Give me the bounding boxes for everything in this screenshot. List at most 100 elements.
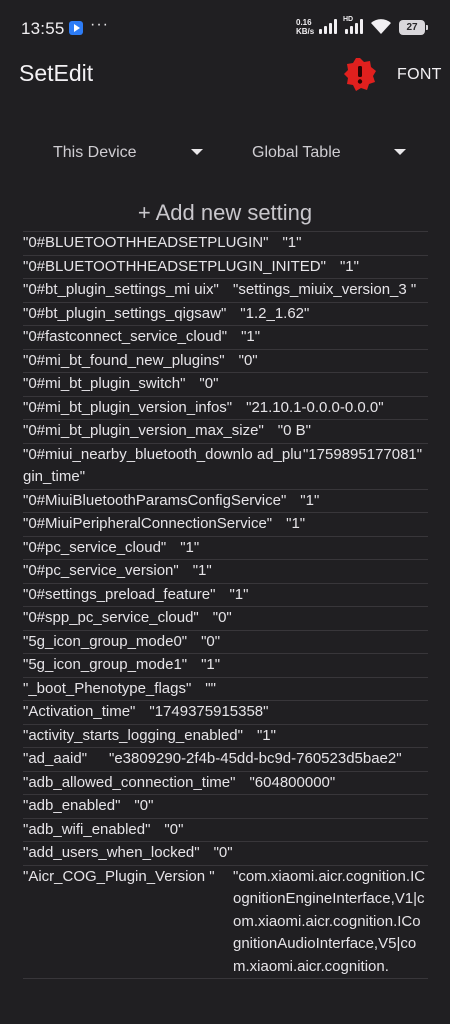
setting-key: "0#bt_plugin_settings_mi uix" [23,281,219,298]
setting-value: "1759895177081" [303,445,423,463]
setting-value: "1" [256,726,276,744]
setting-key: "0#BLUETOOTHHEADSETPLUGIN" [23,234,269,251]
setting-key: "0#pc_service_version" [23,562,179,579]
setting-value: "1" [241,328,261,345]
setting-key: "0#mi_bt_plugin_switch" [23,375,186,392]
setting-key: "0#pc_service_cloud" [23,538,167,556]
setting-row[interactable]: "0#BLUETOOTHHEADSETPLUGIN" "1" [23,231,428,256]
setting-row[interactable]: "add_users_when_locked" "0" [23,842,428,866]
settings-list: "0#BLUETOOTHHEADSETPLUGIN" "1" "0#BLUETOO… [23,231,428,979]
setting-row[interactable]: "0#spp_pc_service_cloud" "0" [23,607,428,631]
setting-row[interactable]: "5g_icon_group_mode1" "1" [23,654,428,678]
device-dropdown[interactable]: This Device [53,141,213,165]
setting-value: "0" [238,351,258,369]
alert-icon[interactable] [343,57,377,91]
setting-row[interactable]: "0#pc_service_cloud" "1" [23,537,428,560]
setting-row[interactable]: "0#settings_preload_feature" "1" [23,584,428,607]
setting-key: "0#mi_bt_found_new_plugins" [23,351,225,369]
setting-row[interactable]: "adb_enabled" "0" [23,795,428,819]
setting-row[interactable]: "0#mi_bt_plugin_version_infos" "21.10.1-0… [23,397,428,420]
signal-strength-icon [319,19,339,34]
font-button[interactable]: FONT [397,66,442,84]
setting-value: "1" [201,656,221,673]
setting-key: "Aicr_COG_Plugin_Version " [23,867,215,885]
setting-row[interactable]: "0#miui_nearby_bluetooth_downlo ad_plugi… [23,444,428,490]
setting-value: "1" [300,491,320,509]
play-store-notification-icon [69,21,83,35]
setting-row[interactable]: "activity_starts_logging_enabled" "1" [23,725,428,748]
setting-row[interactable]: "0#mi_bt_plugin_switch" "0" [23,373,428,397]
setting-row[interactable]: "0#bt_plugin_settings_qigsaw" "1.2_1.62" [23,303,428,326]
setting-value: "1" [286,515,306,532]
setting-value: "0" [164,820,184,838]
setting-value: "settings_miuix_version_3 " [233,281,417,298]
setting-row[interactable]: "Activation_time" "1749375915358" [23,701,428,725]
caret-down-icon [191,149,203,155]
setting-value: "1" [282,234,302,251]
setting-row[interactable]: "0#MiuiBluetoothParamsConfigService" "1" [23,490,428,513]
setting-key: "0#spp_pc_service_cloud" [23,609,199,626]
setting-row[interactable]: "ad_aaid" "e3809290-2f4b-45dd-bc9d-760523… [23,748,428,772]
setting-value: "1749375915358" [149,703,269,720]
setting-key: "add_users_when_locked" [23,844,200,861]
network-speed-value: 0.16 [296,18,312,27]
device-dropdown-label: This Device [53,144,137,161]
setting-key: "_boot_Phenotype_flags" [23,679,192,697]
status-time: 13:55 [21,19,65,38]
setting-row[interactable]: "_boot_Phenotype_flags" "" [23,678,428,701]
setting-key: "0#settings_preload_feature" [23,585,216,603]
setting-key: "0#MiuiPeripheralConnectionService" [23,515,273,532]
battery-icon: 27 [399,20,428,35]
setedit-screen: 13:55 ··· 0.16 KB/s HD 27 SetEdit FONT T… [0,0,450,1024]
setting-value: "0" [213,844,233,861]
table-dropdown-label: Global Table [252,144,341,161]
setting-row[interactable]: "Aicr_COG_Plugin_Version " "com.xiaomi.ai… [23,866,428,979]
setting-row[interactable]: "adb_allowed_connection_time" "604800000" [23,772,428,795]
setting-row[interactable]: "0#bt_plugin_settings_mi uix" "settings_m… [23,279,428,303]
setting-value: "604800000" [249,773,336,791]
add-new-setting-button[interactable]: + Add new setting [0,200,450,226]
setting-key: "0#MiuiBluetoothParamsConfigService" [23,491,287,509]
table-dropdown[interactable]: Global Table [252,141,412,165]
network-speed: 0.16 KB/s [296,18,314,36]
setting-key: "0#bt_plugin_settings_qigsaw" [23,304,227,322]
setting-key: "adb_wifi_enabled" [23,820,151,838]
setting-key: "0#mi_bt_plugin_version_infos" [23,398,233,416]
more-notifications-icon: ··· [90,16,109,33]
setting-value: "1" [192,562,212,579]
setting-value: "e3809290-2f4b-45dd-bc9d-760523d5bae2" [109,750,402,767]
setting-row[interactable]: "0#mi_bt_found_new_plugins" "0" [23,350,428,373]
setting-value: "21.10.1-0.0.0-0.0.0" [246,398,384,416]
setting-key: "5g_icon_group_mode0" [23,632,188,650]
setting-value: "0" [201,632,221,650]
setting-key: "0#mi_bt_plugin_version_max_size" [23,422,264,439]
setting-value: "1" [339,257,359,275]
setting-key: "0#BLUETOOTHHEADSETPLUGIN_INITED" [23,257,326,275]
setting-row[interactable]: "0#fastconnect_service_cloud" "1" [23,326,428,350]
signal-strength-2-icon [345,19,365,34]
setting-row[interactable]: "0#BLUETOOTHHEADSETPLUGIN_INITED" "1" [23,256,428,279]
setting-value: "0" [134,797,154,814]
setting-key: "Activation_time" [23,703,136,720]
setting-row[interactable]: "0#pc_service_version" "1" [23,560,428,584]
setting-value: "1" [229,585,249,603]
setting-value: "0 B" [277,422,311,439]
setting-key: "5g_icon_group_mode1" [23,656,188,673]
setting-key: "adb_enabled" [23,797,121,814]
setting-row[interactable]: "0#mi_bt_plugin_version_max_size" "0 B" [23,420,428,444]
setting-row[interactable]: "0#MiuiPeripheralConnectionService" "1" [23,513,428,537]
network-speed-unit: KB/s [296,27,315,36]
setting-value: "" [205,679,216,697]
setting-value: "0" [199,375,219,392]
setting-key: "0#miui_nearby_bluetooth_downlo ad_plugi… [23,445,302,486]
app-title: SetEdit [19,60,94,86]
setting-key: "ad_aaid" [23,750,88,767]
setting-value: "0" [212,609,232,626]
setting-key: "adb_allowed_connection_time" [23,773,236,791]
setting-row[interactable]: "adb_wifi_enabled" "0" [23,819,428,842]
setting-key: "activity_starts_logging_enabled" [23,726,243,744]
status-bar: 13:55 ··· 0.16 KB/s HD 27 [0,0,450,56]
setting-value: "1.2_1.62" [240,304,310,322]
setting-value: "com.xiaomi.aicr.cognition.ICognitionEng… [233,867,426,975]
setting-row[interactable]: "5g_icon_group_mode0" "0" [23,631,428,654]
